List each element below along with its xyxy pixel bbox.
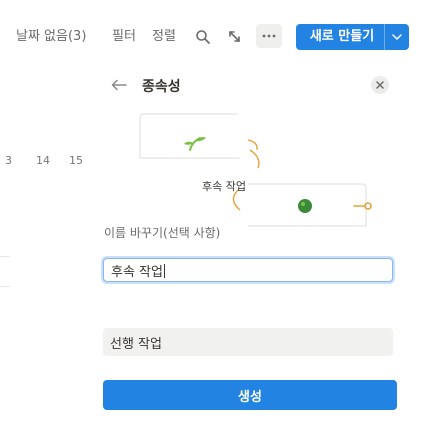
suggestion-label: 선행 작업: [110, 336, 162, 352]
arrow-diagonal-icon[interactable]: [224, 26, 246, 48]
panel-header: 종속성: [90, 72, 410, 100]
timeline-board: 3 14 15: [0, 110, 90, 444]
view-toolbar: 날짜 없음(3) 필터 정렬 새로 만들기: [0, 22, 446, 52]
illustration-label: 후속 작업: [202, 180, 246, 193]
more-icon[interactable]: [256, 24, 282, 48]
create-button[interactable]: 생성: [103, 380, 397, 410]
board-row-divider: [0, 256, 10, 257]
date-label: 3: [5, 154, 12, 167]
sprout-icon: [184, 137, 206, 151]
sort-button[interactable]: 정렬: [152, 28, 176, 46]
create-button-label: 생성: [238, 389, 262, 405]
dependency-link-icon: [353, 202, 372, 210]
new-button[interactable]: 새로 만들기: [296, 24, 409, 50]
status-dot-icon: [298, 199, 312, 213]
rename-input[interactable]: 후속 작업: [103, 258, 393, 282]
rename-input-value[interactable]: 후속 작업: [104, 261, 165, 280]
suggestion-item[interactable]: 선행 작업: [103, 328, 393, 356]
rename-label: 이름 바꾸기(선택 사항): [104, 226, 221, 240]
dependency-panel: 종속성 후속 작업 이름 바꾸기(선택 사항) 후속 작업 선행 작업 생성: [90, 64, 410, 444]
search-icon[interactable]: [192, 26, 214, 48]
panel-title: 종속성: [142, 79, 181, 95]
date-label: 15: [69, 154, 83, 167]
new-button-label: 새로 만들기: [309, 29, 375, 44]
filter-button[interactable]: 필터: [112, 28, 136, 46]
text-caret: [163, 263, 165, 278]
timeline-page: 날짜 없음(3) 필터 정렬 새로 만들기 3 14 15 종속성 후속 작업 …: [0, 0, 446, 444]
close-icon[interactable]: [371, 76, 389, 94]
no-date-filter[interactable]: 날짜 없음(3): [16, 28, 86, 46]
date-label: 14: [36, 154, 50, 167]
back-arrow-icon[interactable]: [108, 74, 130, 96]
chevron-down-icon[interactable]: [385, 24, 409, 50]
board-row-divider: [0, 286, 10, 287]
